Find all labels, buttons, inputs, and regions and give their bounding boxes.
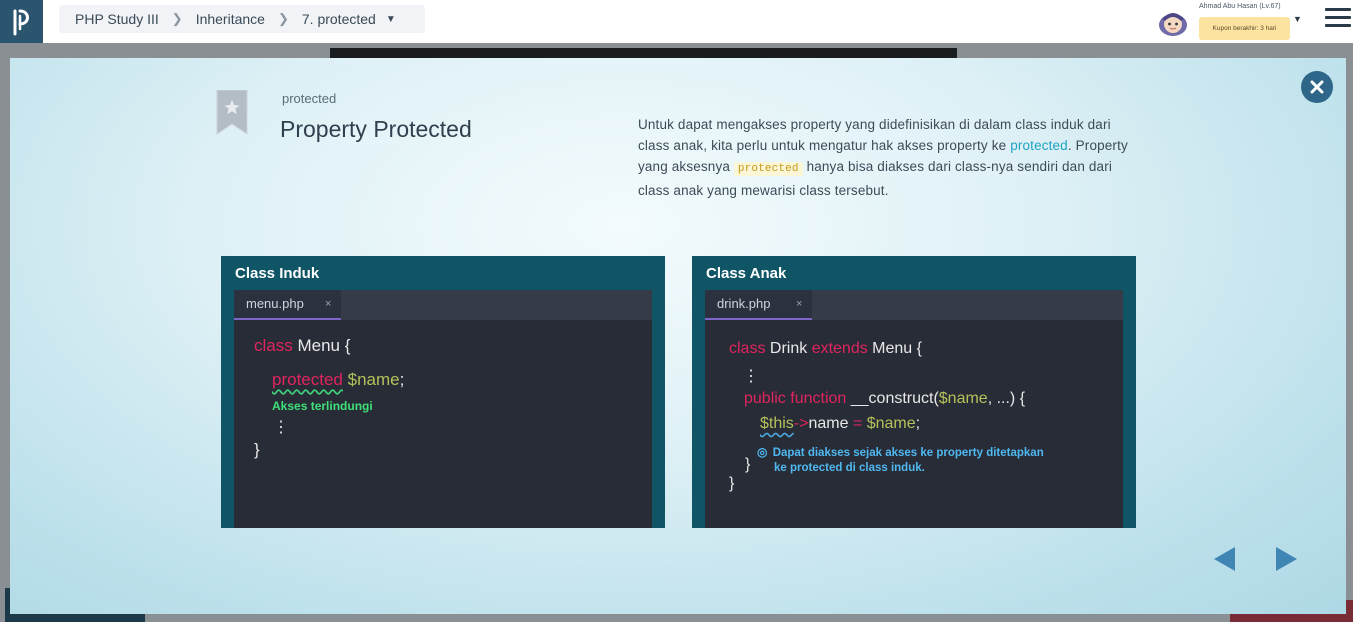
code-area: class Drink extends Menu { ⋮ public func… — [705, 320, 1123, 528]
slide-title: Property Protected — [280, 116, 472, 142]
panel-title: Class Anak — [706, 265, 787, 282]
next-slide-button[interactable] — [1274, 546, 1298, 572]
code-line: class Drink extends Menu { — [729, 340, 922, 358]
code-text: Menu { — [867, 340, 922, 357]
file-tab: menu.php × — [234, 290, 341, 320]
code-variable: $name — [938, 390, 988, 407]
user-name[interactable]: Ahmad Abu Hasan (Lv.67) — [1199, 3, 1281, 10]
code-keyword: class — [254, 336, 293, 355]
code-ellipsis: ⋮ — [273, 419, 289, 436]
code-keyword: extends — [811, 340, 868, 357]
annotation-text: Dapat diakses sejak akses ke property di… — [772, 447, 1044, 459]
arrow-left-icon — [1214, 547, 1235, 571]
avatar[interactable] — [1157, 7, 1189, 37]
coupon-badge: Kupon berakhir: 3 hari — [1199, 17, 1290, 40]
code-text: ; — [915, 415, 921, 432]
code-text: ; — [399, 370, 405, 389]
code-line: } — [745, 456, 751, 473]
caret-down-icon[interactable]: ▼ — [386, 14, 396, 25]
close-button[interactable] — [1301, 71, 1333, 103]
code-keyword: protected — [272, 370, 343, 389]
editor-tab-bar: drink.php × — [705, 290, 1123, 320]
breadcrumb-lesson[interactable]: 7. protected — [302, 11, 376, 27]
logo-icon[interactable] — [0, 0, 43, 43]
annotation-text: ke protected di class induk. — [774, 462, 925, 474]
code-keyword: class — [729, 340, 766, 357]
file-tab-label: menu.php — [246, 296, 304, 311]
code-line: } — [729, 475, 735, 492]
code-editor: menu.php × class Menu { protected $name;… — [234, 290, 652, 528]
file-tab-label: drink.php — [717, 296, 771, 311]
code-area: class Menu { protected $name; Akses terl… — [234, 320, 652, 528]
slide-modal: protected Property Protected Untuk dapat… — [10, 58, 1346, 614]
caret-down-icon[interactable]: ▼ — [1293, 14, 1302, 24]
info-circle-icon: ◎ — [757, 445, 768, 459]
chevron-right-icon: ❯ — [277, 11, 289, 26]
file-tab: drink.php × — [705, 290, 812, 320]
chevron-right-icon: ❯ — [171, 11, 183, 26]
code-line: } — [254, 440, 260, 459]
panel-title: Class Induk — [235, 265, 320, 282]
breadcrumb: PHP Study III ❯ Inheritance ❯ 7. protect… — [59, 5, 425, 33]
code-annotation: Akses terlindungi — [272, 399, 373, 413]
code-text: __construct( — [846, 390, 939, 407]
code-text: name — [808, 415, 853, 432]
code-panel-class-anak: Class Anak drink.php × class Drink exten… — [692, 256, 1136, 528]
code-variable: $name — [342, 370, 400, 389]
code-text: Menu { — [292, 336, 351, 355]
code-variable: $this — [760, 415, 794, 432]
slide-subtitle: protected — [282, 91, 337, 106]
close-icon — [1310, 80, 1324, 94]
tab-close-icon: × — [325, 298, 332, 310]
breadcrumb-chapter[interactable]: Inheritance — [196, 11, 265, 27]
tab-close-icon: × — [796, 298, 803, 310]
slide-description: Untuk dapat mengakses property yang dide… — [638, 114, 1128, 201]
code-panel-class-induk: Class Induk menu.php × class Menu { prot… — [221, 256, 665, 528]
bookmark-icon[interactable] — [216, 89, 248, 135]
code-text: Drink — [765, 340, 812, 357]
code-variable: $name — [862, 415, 916, 432]
code-operator: = — [852, 415, 863, 432]
code-line: class Menu { — [254, 336, 350, 356]
top-bar: PHP Study III ❯ Inheritance ❯ 7. protect… — [0, 0, 1353, 43]
breadcrumb-course[interactable]: PHP Study III — [75, 11, 159, 27]
code-text: , ...) { — [987, 390, 1026, 407]
code-line: public function __construct($name, ...) … — [744, 390, 1025, 408]
code-line: protected $name; — [272, 370, 404, 390]
code-editor: drink.php × class Drink extends Menu { ⋮… — [705, 290, 1123, 528]
code-line: $this->name = $name; — [760, 415, 920, 433]
code-ellipsis: ⋮ — [743, 368, 759, 385]
desc-highlight: protected — [1010, 138, 1068, 153]
code-operator: -> — [793, 415, 809, 432]
prev-slide-button[interactable] — [1213, 546, 1237, 572]
desc-code: protected — [733, 162, 803, 176]
arrow-right-icon — [1276, 547, 1297, 571]
editor-tab-bar: menu.php × — [234, 290, 652, 320]
code-annotation: ◎ Dapat diakses sejak akses ke property … — [757, 444, 1044, 461]
hamburger-menu-icon[interactable] — [1325, 8, 1351, 32]
code-keyword: public function — [744, 390, 847, 407]
